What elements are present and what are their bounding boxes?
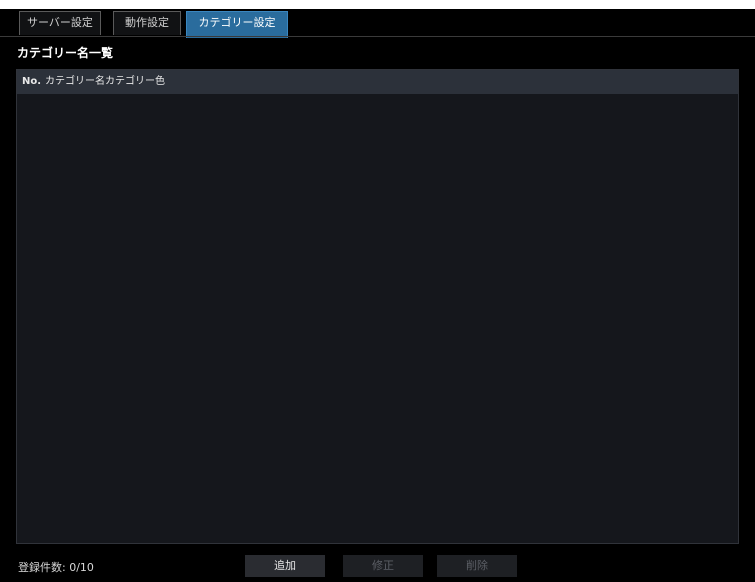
column-header-category-name: カテゴリー名 — [45, 76, 105, 87]
top-margin — [0, 0, 755, 9]
tab-server-settings[interactable]: サーバー設定 — [19, 11, 101, 35]
table-header: No. カテゴリー名 カテゴリー色 — [17, 70, 738, 94]
tab-bar: サーバー設定 動作設定 カテゴリー設定 — [0, 9, 755, 38]
tab-divider — [0, 36, 755, 37]
add-button[interactable]: 追加 — [245, 555, 325, 577]
registered-count: 登録件数: 0/10 — [18, 561, 94, 574]
tab-category-settings[interactable]: カテゴリー設定 — [186, 11, 288, 38]
delete-button[interactable]: 削除 — [437, 555, 517, 577]
column-header-category-color: カテゴリー色 — [105, 76, 165, 87]
tab-operation-settings[interactable]: 動作設定 — [113, 11, 181, 35]
edit-button[interactable]: 修正 — [343, 555, 423, 577]
column-header-no: No. — [22, 76, 42, 87]
category-table: No. カテゴリー名 カテゴリー色 — [16, 69, 739, 544]
page-title: カテゴリー名一覧 — [17, 46, 114, 60]
